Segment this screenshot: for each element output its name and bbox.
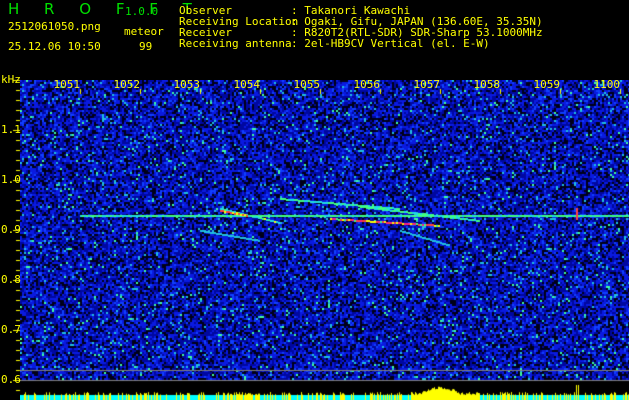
x-tick-label: 1054 [233, 78, 261, 91]
x-tick-label: 1059 [533, 78, 561, 91]
mode-label: meteor [124, 25, 164, 38]
y-tick-label: 1.0 [1, 173, 21, 186]
x-tick-label: 1058 [473, 78, 501, 91]
meteor-count: 99 [139, 40, 153, 53]
y-tick-label: 0.8 [1, 273, 21, 286]
x-tick-label: 1053 [173, 78, 201, 91]
y-tick-label: 1.1 [1, 123, 21, 136]
app-version: 1.0.0 [125, 5, 159, 18]
filename: 2512061050.png [8, 20, 101, 33]
app-logo: H R O F F T [8, 0, 202, 18]
y-tick-label: 0.6 [1, 373, 21, 386]
x-tick-label: 1100 [593, 78, 621, 91]
datetime: 25.12.06 10:50 [8, 40, 101, 53]
info-label: Receiving antenna [179, 37, 292, 50]
y-tick-label: 0.7 [1, 323, 21, 336]
info-value: : 2el-HB9CV Vertical (el. E-W) [291, 37, 490, 50]
y-unit-label: kHz [1, 73, 21, 86]
x-tick-label: 1056 [353, 78, 381, 91]
x-tick-label: 1057 [413, 78, 441, 91]
x-tick-label: 1051 [53, 78, 81, 91]
y-tick-label: 0.9 [1, 223, 21, 236]
x-tick-label: 1055 [293, 78, 321, 91]
spectrogram [20, 80, 629, 400]
x-tick-label: 1052 [113, 78, 141, 91]
